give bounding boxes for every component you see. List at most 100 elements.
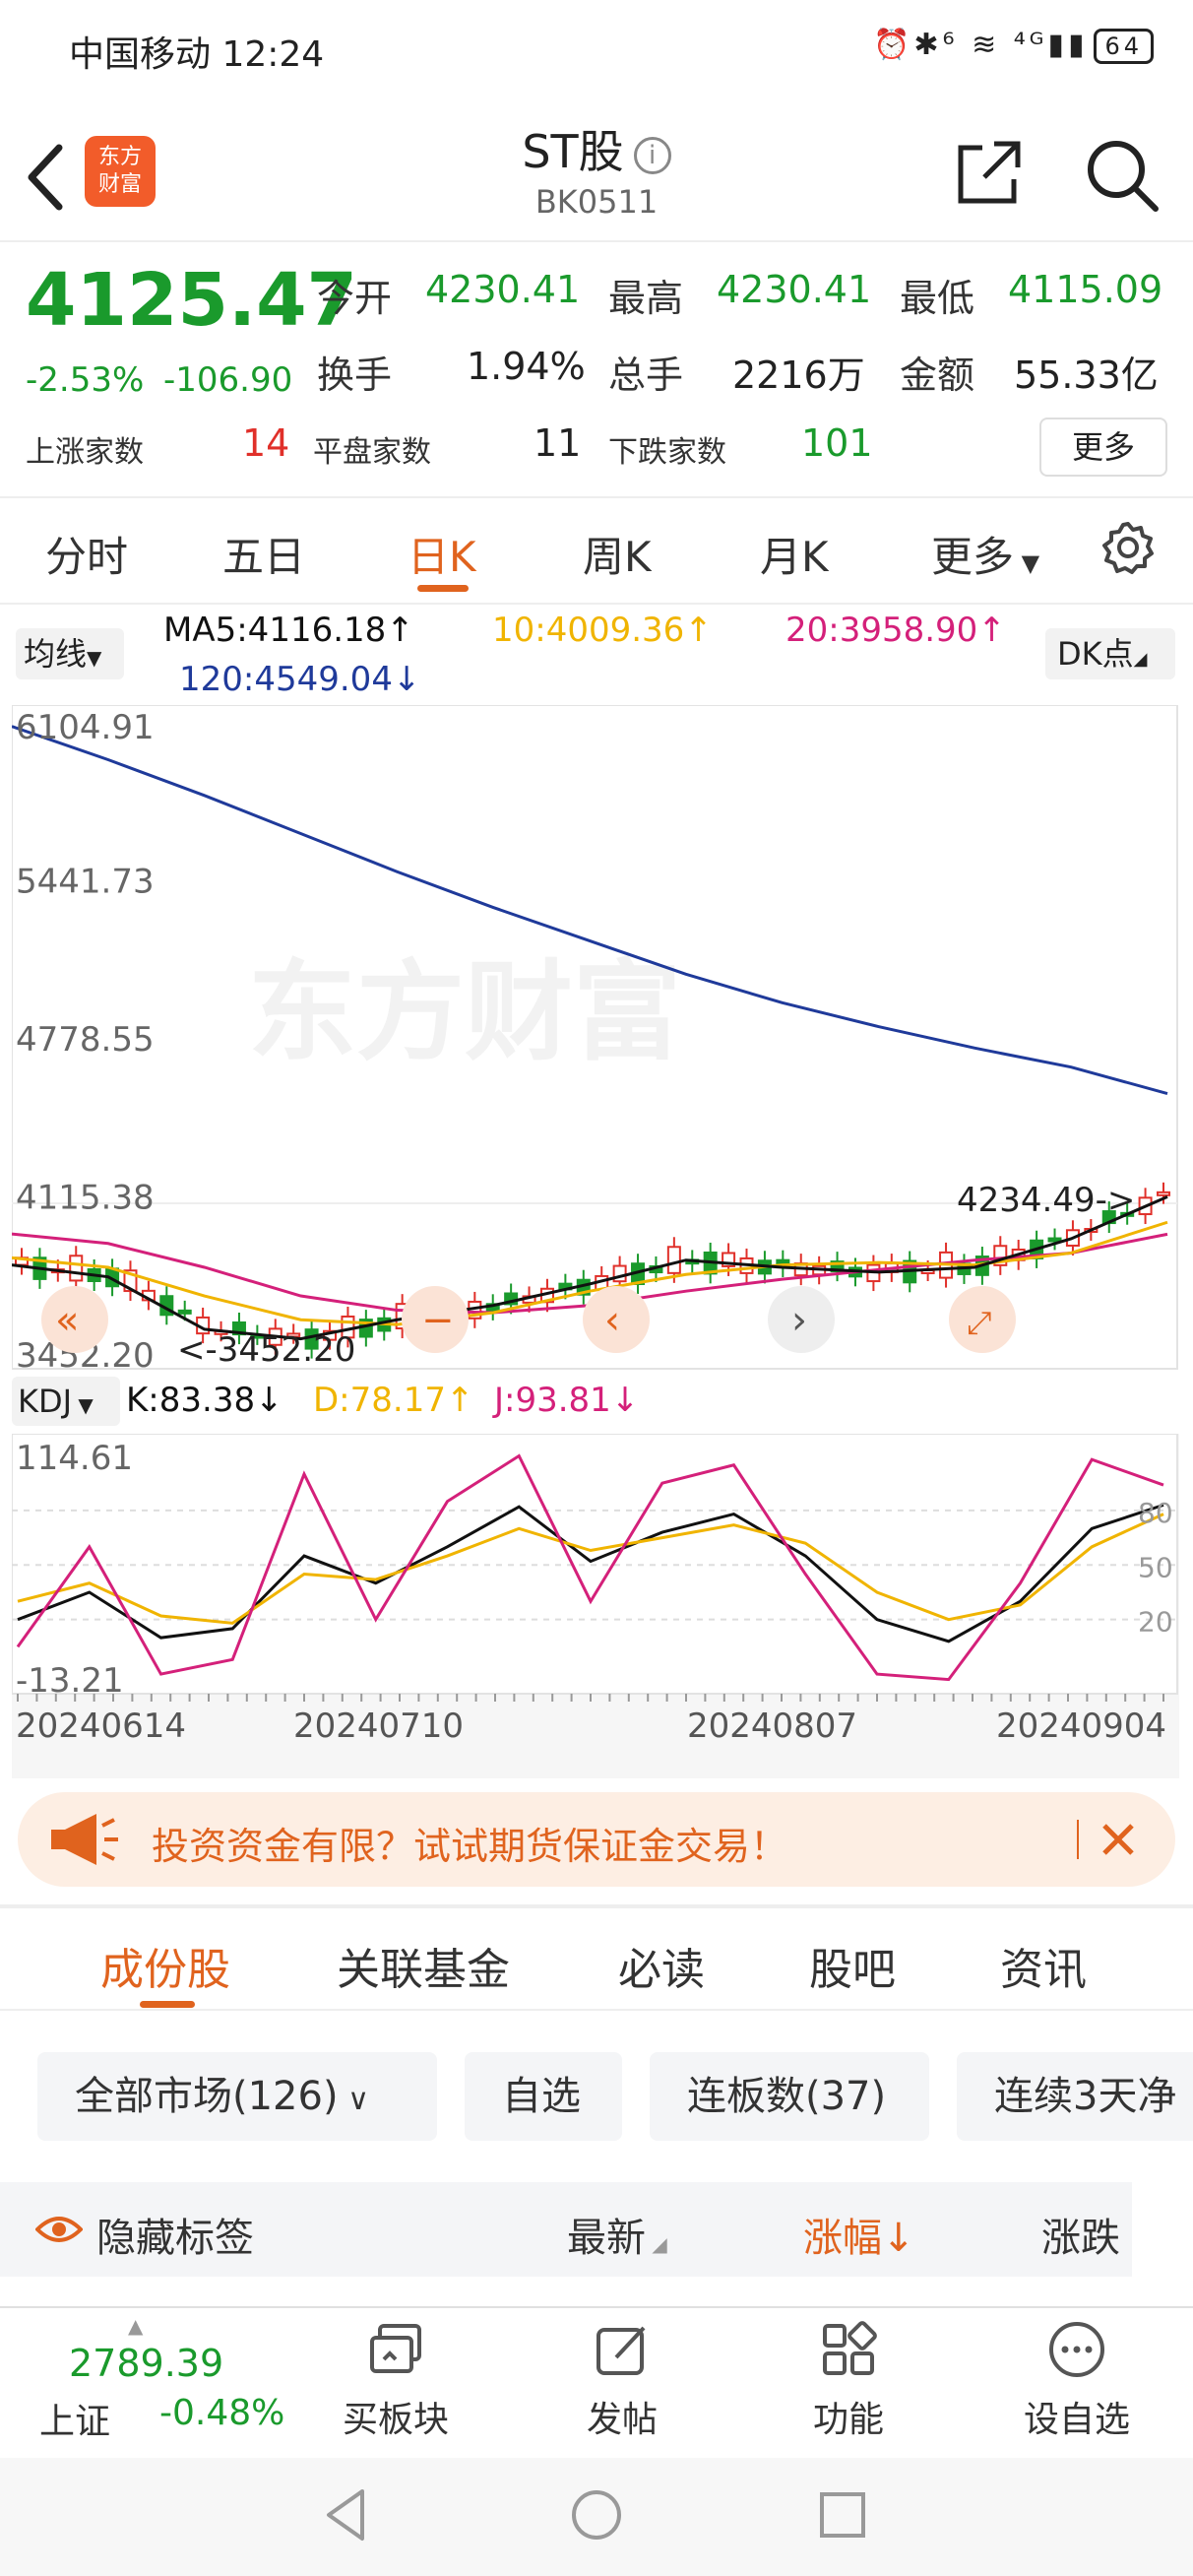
caret-down-icon: ▼: [87, 646, 102, 670]
tab-five-day[interactable]: 五日: [222, 524, 305, 584]
grid-icon: [823, 2321, 877, 2375]
logo-line2: 财富: [97, 172, 142, 197]
functions-button[interactable]: 功能: [770, 2308, 927, 2456]
tab-monthly-k[interactable]: 月K: [760, 524, 829, 584]
high-value: 4230.41: [717, 268, 872, 311]
tab-must-read[interactable]: 必读: [618, 1934, 705, 1997]
title-text: ST股: [522, 125, 624, 178]
ma-selector[interactable]: 均线▼: [16, 628, 124, 679]
watchlist-filter[interactable]: 自选: [465, 2052, 622, 2141]
divider: [0, 240, 1193, 242]
indicator-selector[interactable]: KDJ ▼: [12, 1377, 120, 1426]
kdj-j-value: J:93.81↓: [494, 1381, 640, 1420]
post-button[interactable]: 发帖: [543, 2308, 701, 2456]
back-triangle-icon[interactable]: [321, 2485, 370, 2544]
sort-change[interactable]: 涨跌: [1041, 2206, 1120, 2263]
status-icons: ⏰✱⁶ ≋ ⁴ᴳ▮▮ 64: [873, 28, 1154, 64]
search-icon[interactable]: [1083, 136, 1162, 215]
low-label: 最低: [900, 277, 975, 320]
status-bar: 中国移动 12:24 ⏰✱⁶ ≋ ⁴ᴳ▮▮ 64: [0, 0, 1193, 98]
close-icon[interactable]: [1091, 1812, 1146, 1867]
tab-intraday[interactable]: 分时: [45, 524, 128, 584]
kdj-tick-label: 114.61: [16, 1439, 133, 1478]
flat-count-label: 平盘家数: [313, 435, 431, 470]
divider: [0, 1904, 1193, 1908]
y-tick-label: 5441.73: [16, 863, 155, 902]
home-circle-icon[interactable]: [569, 2487, 624, 2543]
info-icon[interactable]: i: [633, 136, 671, 174]
share-icon[interactable]: [955, 138, 1024, 207]
minus-icon: −: [421, 1298, 455, 1343]
tab-related-funds[interactable]: 关联基金: [337, 1934, 510, 1997]
volume-label: 总手: [608, 354, 684, 397]
ma-selector-label: 均线: [24, 635, 88, 673]
buy-sector-button[interactable]: 买板块: [317, 2308, 474, 2456]
more-dots-icon: [1049, 2322, 1104, 2377]
chevron-down-icon: ▼: [1014, 549, 1040, 577]
tab-daily-k[interactable]: 日K: [408, 524, 476, 584]
add-watchlist-label: 设自选: [1023, 2400, 1130, 2440]
candle: [69, 1255, 84, 1282]
sort-latest-label: 最新: [567, 2216, 646, 2261]
eye-icon[interactable]: [35, 2210, 83, 2249]
low-value: 4115.09: [1008, 268, 1163, 311]
divider: [0, 496, 1193, 498]
hide-tags-toggle[interactable]: 隐藏标签: [96, 2206, 254, 2263]
divider: [0, 603, 1193, 605]
gear-icon[interactable]: [1100, 520, 1156, 575]
bottom-toolbar: ▲ 2789.39 上证 -0.48% 买板块 发帖 功能 设自选: [0, 2306, 1193, 2454]
x-axis-date-label: 20240807: [687, 1707, 857, 1746]
caret-up-icon: ▲: [128, 2314, 144, 2338]
indicator-label: KDJ: [18, 1383, 73, 1420]
caret-down-icon: ▼: [72, 1393, 94, 1417]
index-change[interactable]: -0.48%: [159, 2393, 284, 2433]
chevron-left-icon: ‹: [604, 1298, 620, 1343]
watermark: 东方财富: [248, 949, 681, 1075]
tab-news[interactable]: 资讯: [1000, 1934, 1087, 1997]
active-tab-indicator: [417, 585, 469, 592]
system-nav-bar: [0, 2458, 1193, 2576]
kdj-frame: [12, 1434, 1178, 1695]
kline-chart[interactable]: 东方财富 6104.915441.734778.554115.383452.20…: [12, 705, 1179, 1371]
period-tabs: 分时 五日 日K 周K 月K 更多 ▼: [0, 502, 1193, 601]
down-count-label: 下跌家数: [608, 435, 726, 470]
down-count: 101: [801, 421, 873, 465]
tab-weekly-k[interactable]: 周K: [583, 524, 652, 584]
recents-square-icon[interactable]: [817, 2489, 868, 2541]
more-button[interactable]: 更多: [1039, 418, 1167, 477]
change-pct: -2.53%: [26, 360, 145, 400]
net-inflow-filter[interactable]: 连续3天净: [957, 2052, 1193, 2141]
ma5-value: MA5:4116.18↑: [163, 611, 414, 650]
double-chevron-left-icon: «: [55, 1298, 79, 1343]
dk-point-selector[interactable]: DK点◢: [1045, 628, 1175, 679]
ad-banner[interactable]: 投资资金有限？试试期货保证金交易！: [18, 1792, 1175, 1887]
kdj-chart[interactable]: 114.61 80 50 20 -13.21 20240614 20240710 20240…: [12, 1434, 1179, 1778]
market-filter-label: 全部市场(126): [75, 2074, 339, 2119]
post-label: 发帖: [586, 2400, 658, 2440]
amount-label: 金额: [900, 354, 975, 397]
tab-constituents[interactable]: 成份股: [100, 1934, 230, 1997]
high-label: 最高: [608, 277, 684, 320]
market-filter[interactable]: 全部市场(126) ∨: [37, 2052, 437, 2141]
turnover-value: 1.94%: [467, 345, 586, 388]
logo-line1: 东方: [97, 145, 142, 169]
limit-up-filter[interactable]: 连板数(37): [650, 2052, 929, 2141]
caret-icon: ◢: [1133, 649, 1148, 670]
candle: [666, 1246, 681, 1274]
tab-forum[interactable]: 股吧: [809, 1934, 896, 1997]
y-tick-label: 4778.55: [16, 1020, 155, 1060]
tab-more[interactable]: 更多 ▼: [931, 524, 1039, 584]
sort-change-pct[interactable]: 涨幅↓: [803, 2206, 915, 2263]
sort-latest[interactable]: 最新 ◢: [567, 2206, 667, 2263]
add-watchlist-button[interactable]: 设自选: [998, 2308, 1156, 2456]
ma120-value: 120:4549.04↓: [179, 660, 421, 699]
kdj-tick-label: 50: [1138, 1551, 1173, 1583]
index-name[interactable]: 上证: [39, 2393, 110, 2444]
ma10-value: 10:4009.36↑: [492, 611, 713, 650]
kdj-d-value: D:78.17↑: [313, 1381, 474, 1420]
index-value[interactable]: 2789.39: [69, 2342, 223, 2385]
kdj-tick-label: -13.21: [16, 1661, 124, 1701]
buy-sector-label: 买板块: [342, 2400, 449, 2440]
ad-divider: [1077, 1820, 1079, 1859]
expand-icon: ⤢: [967, 1304, 992, 1341]
